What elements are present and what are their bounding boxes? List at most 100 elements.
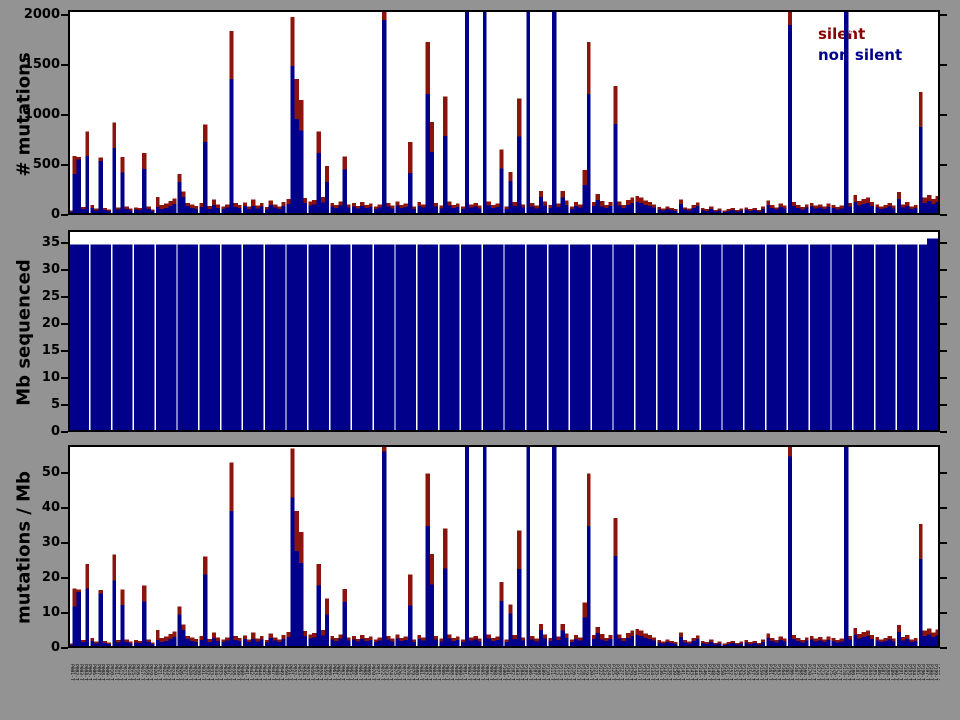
bar-non-silent [909,245,913,432]
bar-silent [386,636,390,640]
group-separator [176,243,177,432]
group-separator [351,243,352,432]
bar-silent [670,208,674,210]
y-tick-mark [940,14,947,16]
y-tick-mark [61,323,68,325]
bar-silent [726,642,730,644]
bar-silent [77,157,81,160]
bar-silent [469,205,473,208]
bar-non-silent [386,245,390,432]
y-tick-mark [61,269,68,271]
clipped-bar-value-label: 65 [790,451,798,461]
y-tick-mark [940,377,947,379]
bar-silent [430,122,434,152]
bar-silent [338,202,342,206]
bar-silent [582,170,586,185]
bar-non-silent [927,201,931,215]
bar-non-silent [247,245,251,432]
clipped-bar-value-label: 82 [846,451,854,460]
bar-silent [251,632,255,639]
bar-non-silent [382,20,386,215]
bar-silent [857,201,861,206]
bar-non-silent [552,10,556,215]
bar-non-silent [186,245,190,432]
bar-non-silent [99,245,103,432]
y-tick-mark [940,164,947,166]
bar-non-silent [146,245,150,432]
bar-silent [125,639,129,642]
bar-non-silent [792,245,796,432]
group-separator [830,634,831,648]
bar-silent [774,640,778,642]
y-tick-mark [940,542,947,544]
group-separator [242,243,243,432]
bar-silent [116,207,120,209]
bar-silent [578,205,582,208]
bar-silent [234,203,238,207]
bar-non-silent [426,526,430,648]
bar-non-silent [866,245,870,432]
y-tick-mark [940,296,947,298]
bar-silent [901,637,905,640]
bar-silent [814,206,818,209]
bar-non-silent [168,245,172,432]
bar-silent [473,636,477,640]
bar-non-silent [726,245,730,432]
bar-non-silent [229,79,233,215]
bar-non-silent [822,245,826,432]
y-tick-mark [940,64,947,66]
bar-silent [687,209,691,211]
group-separator [394,632,395,648]
x-axis-sample-labels: P001-TP002-TP003-TP004-TP005-TP006-TP007… [68,663,940,718]
bar-non-silent [552,445,556,648]
bar-silent [888,636,892,640]
bar-non-silent [208,245,212,432]
bar-silent [312,633,316,638]
group-separator [438,243,439,432]
bar-silent [399,638,403,641]
bar-non-silent [295,245,299,432]
bar-silent [530,636,534,640]
bar-non-silent [473,245,477,432]
bar-silent [212,632,216,638]
bar-non-silent [770,245,774,432]
group-separator [547,243,548,432]
bar-non-silent [430,584,434,648]
group-separator [787,10,788,215]
group-separator [852,243,853,432]
bar-silent [709,639,713,642]
clipped-bar-value-label: 118 [485,451,493,465]
bar-silent [513,635,517,639]
bar-silent [138,641,142,643]
bar-non-silent [617,245,621,432]
group-separator [896,243,897,432]
bar-silent [822,207,826,210]
bar-silent [273,637,277,640]
bar-silent [713,210,717,212]
bar-non-silent [626,245,630,432]
bar-silent [582,603,586,618]
bar-non-silent [212,245,216,432]
bar-silent [556,636,560,640]
bar-silent [818,204,822,207]
bar-silent [343,157,347,170]
bar-non-silent [670,245,674,432]
bar-non-silent [116,245,120,432]
bar-non-silent [142,169,146,215]
bar-silent [517,530,521,568]
y-tick-mark [940,323,947,325]
bar-silent [399,205,403,208]
bar-silent [530,203,534,207]
group-separator [503,243,504,432]
y-tick-label: 500 [16,158,60,172]
bar-silent [800,207,804,210]
bar-non-silent [622,245,626,432]
y-tick-mark [940,404,947,406]
bar-non-silent [491,245,495,432]
clipped-bar-value-label: 2829 [846,16,854,35]
bar-silent [426,474,430,526]
bar-silent [290,448,294,497]
bar-non-silent [582,245,586,432]
bar-non-silent [683,245,687,432]
bar-non-silent [251,245,255,432]
